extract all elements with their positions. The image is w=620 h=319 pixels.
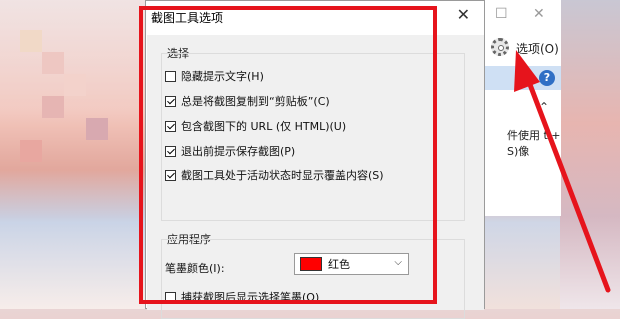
chevron-up-icon[interactable]: ⌃ — [539, 100, 549, 114]
close-icon[interactable]: ✕ — [457, 5, 470, 24]
gear-icon — [491, 38, 509, 56]
description-text: 件使用 t + S)像 — [507, 129, 561, 158]
background-pixel — [20, 140, 42, 162]
background-pixel — [42, 52, 64, 74]
background-pixel — [20, 30, 42, 52]
close-icon[interactable]: ✕ — [533, 6, 545, 22]
background-pixel — [42, 96, 64, 118]
background-pixel — [64, 74, 86, 96]
help-icon[interactable]: ? — [539, 70, 555, 86]
options-label: 选项(O) — [516, 42, 559, 56]
background-pixel — [86, 118, 108, 140]
highlight-box — [139, 6, 437, 304]
maximize-icon[interactable]: ☐ — [495, 6, 508, 22]
desktop-background-right — [560, 0, 620, 309]
